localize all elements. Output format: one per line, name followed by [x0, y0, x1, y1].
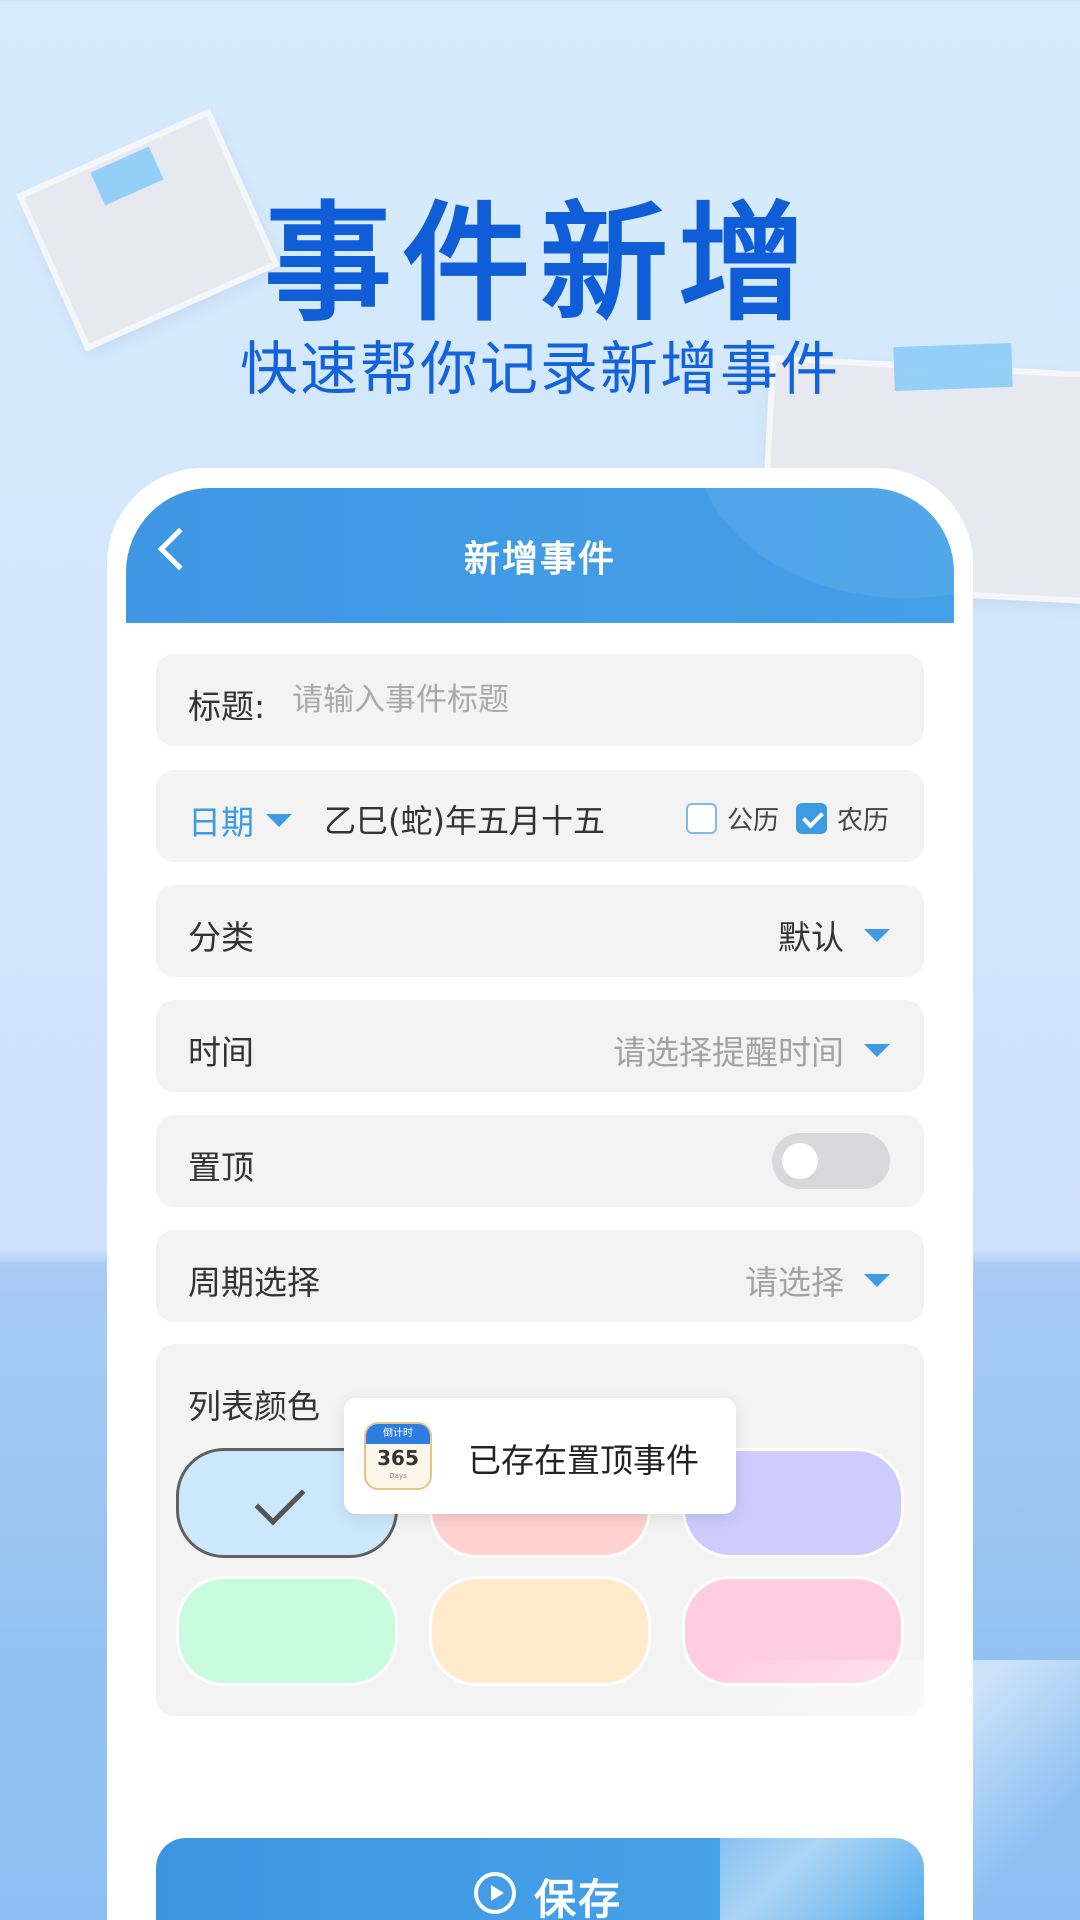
hero-subtitle: 快速帮你记录新增事件	[239, 335, 840, 403]
time-row[interactable]: 时间 请选择提醒时间	[156, 1000, 924, 1092]
pin-row: 置顶	[156, 1115, 924, 1207]
date-type-label: 日期	[188, 803, 254, 842]
pin-toggle[interactable]	[772, 1133, 890, 1189]
cycle-row[interactable]: 周期选择 请选择	[156, 1230, 924, 1322]
title-input[interactable]	[292, 676, 872, 724]
category-label: 分类	[188, 918, 254, 957]
app-icon-caption: Days	[389, 1472, 407, 1480]
caret-down-icon	[864, 1273, 890, 1287]
page-title: 新增事件	[463, 539, 616, 580]
caret-down-icon	[864, 1043, 890, 1057]
title-row: 标题:	[156, 654, 924, 746]
lunar-label: 农历	[837, 806, 890, 836]
solar-checkbox[interactable]	[686, 803, 717, 834]
solar-label: 公历	[727, 806, 780, 836]
time-select[interactable]: 请选择提醒时间	[613, 1026, 890, 1074]
color-swatch-orange[interactable]	[429, 1576, 651, 1686]
toggle-knob	[782, 1143, 818, 1179]
color-label: 列表颜色	[188, 1387, 320, 1426]
toast-message: 倒计时 365 Days 已存在置顶事件	[344, 1398, 736, 1514]
solar-calendar-option[interactable]: 公历	[686, 800, 779, 837]
time-label: 时间	[188, 1033, 254, 1072]
cycle-select[interactable]: 请选择	[745, 1256, 890, 1304]
hero-title: 事件新增	[263, 190, 816, 339]
date-type-dropdown[interactable]: 日期	[188, 796, 292, 844]
caret-down-icon	[266, 813, 292, 827]
app-icon-header: 倒计时	[366, 1424, 430, 1444]
title-label: 标题:	[188, 687, 266, 726]
app-icon-number: 365	[377, 1446, 419, 1470]
category-row[interactable]: 分类 默认	[156, 885, 924, 977]
time-placeholder: 请选择提醒时间	[613, 1033, 844, 1072]
cycle-label: 周期选择	[188, 1263, 320, 1302]
lunar-calendar-option[interactable]: 农历	[796, 800, 889, 837]
color-swatch-green[interactable]	[176, 1576, 398, 1686]
toast-text: 已存在置顶事件	[468, 1441, 699, 1480]
app-bar: 新增事件	[126, 488, 954, 623]
date-row: 日期 乙巳(蛇)年五月十五 公历 农历	[156, 770, 924, 862]
date-value[interactable]: 乙巳(蛇)年五月十五	[324, 796, 605, 842]
lunar-checkbox[interactable]	[796, 803, 827, 834]
pin-label: 置顶	[188, 1148, 254, 1187]
save-label: 保存	[534, 1875, 623, 1920]
cycle-placeholder: 请选择	[745, 1263, 844, 1302]
check-icon	[254, 1474, 306, 1526]
play-circle-icon	[474, 1872, 516, 1914]
caret-down-icon	[864, 928, 890, 942]
calendar-365-icon: 倒计时 365 Days	[364, 1422, 432, 1490]
category-select[interactable]: 默认	[778, 911, 890, 959]
category-value: 默认	[778, 918, 844, 957]
light-glare	[720, 1660, 1080, 1920]
